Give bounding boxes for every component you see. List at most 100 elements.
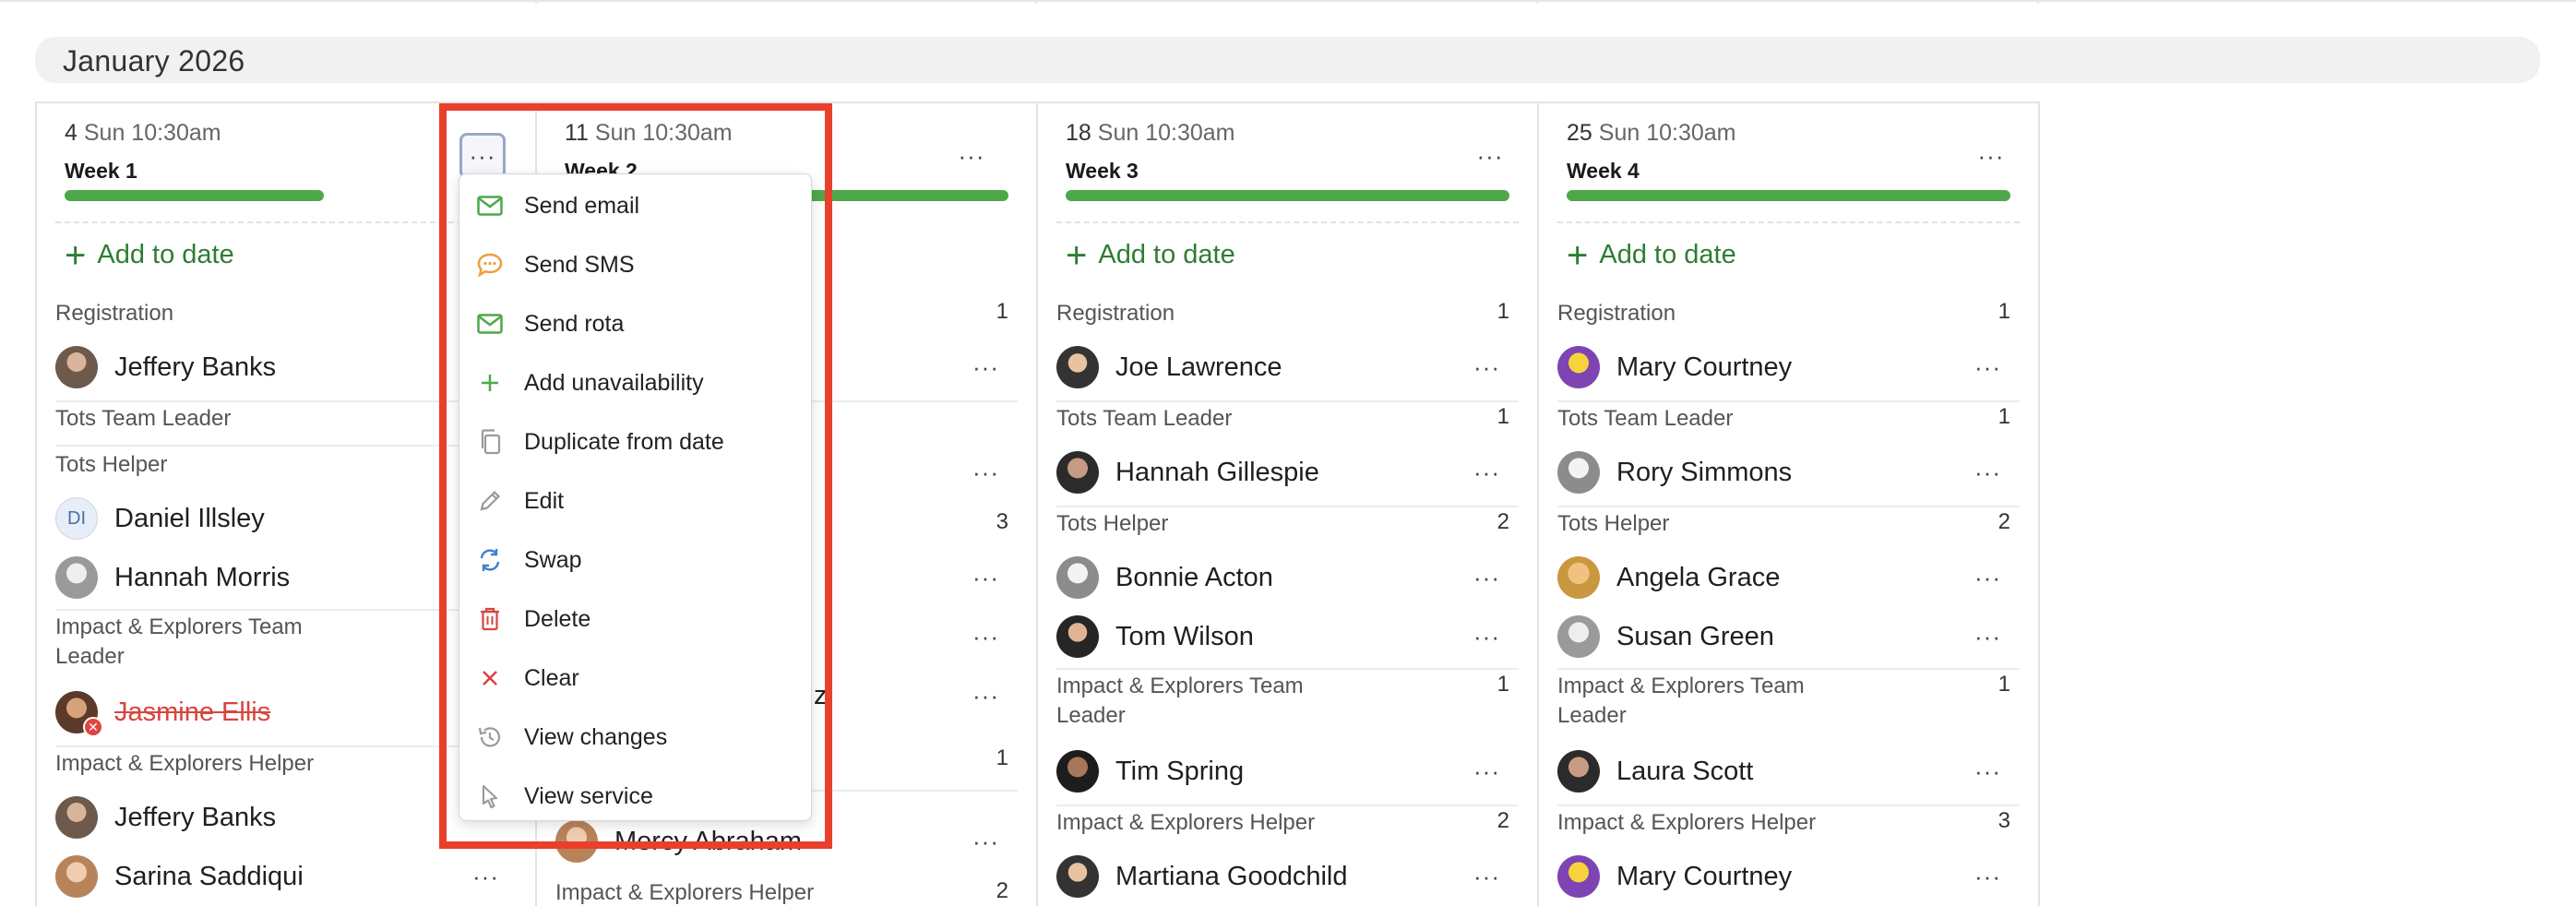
add-to-date-button[interactable]: + Add to date bbox=[1567, 237, 1736, 274]
person-options-button[interactable]: ··· bbox=[972, 828, 999, 856]
fill-progress-bar bbox=[1066, 190, 1509, 201]
person-row[interactable]: Laura Scott ··· bbox=[1557, 744, 2020, 799]
role-divider bbox=[1557, 400, 2020, 402]
person-row[interactable]: Tom Wilson ··· bbox=[1056, 609, 1519, 664]
person-row[interactable]: Angela Grace ··· bbox=[1557, 550, 2020, 605]
date-line: 18 Sun 10:30am bbox=[1066, 120, 1234, 147]
role-label: Registration bbox=[1557, 301, 1676, 326]
date-line: 11 Sun 10:30am bbox=[565, 120, 733, 147]
person-options-button[interactable]: ··· bbox=[1473, 564, 1500, 592]
person-name[interactable]: Sarina Saddiqui bbox=[114, 862, 304, 892]
person-row[interactable]: Mary Courtney ··· bbox=[1557, 340, 2020, 395]
menu-item-duplicate-from-date[interactable]: Duplicate from date bbox=[476, 422, 802, 462]
person-name[interactable]: Susan Green bbox=[1616, 622, 1774, 652]
person-name[interactable]: Tom Wilson bbox=[1115, 622, 1254, 652]
dashed-divider bbox=[55, 221, 518, 223]
role-registration: Registration bbox=[55, 299, 518, 328]
person-name[interactable]: Jeffery Banks bbox=[114, 352, 276, 383]
person-row[interactable]: Bonnie Acton ··· bbox=[1056, 550, 1519, 605]
person-options-button[interactable]: ··· bbox=[1473, 623, 1500, 651]
person-row[interactable]: Mary Courtney ··· bbox=[1557, 849, 2020, 904]
menu-item-send-email[interactable]: Send email bbox=[476, 185, 802, 226]
date-options-button[interactable]: ··· bbox=[1467, 133, 1513, 179]
person-options-button[interactable]: ··· bbox=[1974, 459, 2001, 487]
role-count: 1 bbox=[996, 745, 1008, 770]
person-name[interactable]: Rory Simmons bbox=[1616, 458, 1792, 488]
person-name[interactable]: Daniel Illsley bbox=[114, 504, 265, 534]
menu-item-view-changes[interactable]: View changes bbox=[476, 717, 802, 757]
person-options-button[interactable]: ··· bbox=[1974, 863, 2001, 891]
person-options-button[interactable]: ··· bbox=[1473, 353, 1500, 382]
person-options-button[interactable]: ··· bbox=[1974, 564, 2001, 592]
person-name[interactable]: Jasmine Ellis bbox=[114, 697, 270, 728]
role-label: Impact & Explorers Helper bbox=[1557, 810, 1817, 835]
menu-item-send-sms[interactable]: Send SMS bbox=[476, 244, 802, 285]
menu-item-view-service[interactable]: View service bbox=[476, 776, 802, 817]
person-name[interactable]: Jeffery Banks bbox=[114, 803, 276, 833]
role-label: Tots Team Leader bbox=[55, 406, 232, 431]
person-name[interactable]: Angela Grace bbox=[1616, 563, 1780, 593]
person-name[interactable]: Hannah Gillespie bbox=[1115, 458, 1319, 488]
person-name[interactable]: Mercy Abraham bbox=[614, 827, 802, 857]
person-row[interactable]: Hannah Gillespie ··· bbox=[1056, 445, 1519, 500]
add-to-date-button[interactable]: + Add to date bbox=[1066, 237, 1235, 274]
menu-item-delete[interactable]: Delete bbox=[476, 599, 802, 639]
person-name[interactable]: Joe Lawrence bbox=[1115, 352, 1282, 383]
menu-item-add-unavailability[interactable]: Add unavailability bbox=[476, 363, 802, 403]
date-options-button[interactable]: ··· bbox=[1968, 133, 2014, 179]
month-title: January 2026 bbox=[63, 44, 245, 77]
person-options-button[interactable]: ··· bbox=[972, 459, 999, 487]
role-count: 2 bbox=[1998, 509, 2010, 534]
role-divider bbox=[55, 609, 518, 611]
person-options-button[interactable]: ··· bbox=[972, 623, 999, 651]
person-row[interactable]: Tim Spring ··· bbox=[1056, 744, 1519, 799]
menu-item-label: Swap bbox=[524, 546, 582, 573]
date-column-week-4: 25 Sun 10:30am Week 4 ··· + Add to date … bbox=[1537, 101, 2040, 906]
person-name[interactable]: Laura Scott bbox=[1616, 757, 1753, 787]
person-row[interactable]: Susan Green ··· bbox=[1557, 609, 2020, 664]
person-options-button[interactable]: ··· bbox=[1974, 757, 2001, 786]
person-options-button[interactable]: ··· bbox=[972, 353, 999, 382]
person-row[interactable]: Joe Lawrence ··· bbox=[1056, 340, 1519, 395]
person-row[interactable]: Mercy Abraham ··· bbox=[555, 814, 1018, 869]
menu-item-send-rota[interactable]: Send rota bbox=[476, 304, 802, 344]
avatar bbox=[1557, 346, 1600, 388]
person-options-button[interactable]: ··· bbox=[1974, 623, 2001, 651]
person-row[interactable]: DI Daniel Illsley bbox=[55, 491, 518, 546]
person-options-button[interactable]: ··· bbox=[1974, 353, 2001, 382]
person-options-button[interactable]: ··· bbox=[972, 564, 999, 592]
date-options-button[interactable]: ··· bbox=[459, 133, 506, 179]
date-line: 25 Sun 10:30am bbox=[1567, 120, 1735, 147]
person-options-button[interactable]: ··· bbox=[972, 682, 999, 710]
person-options-button[interactable]: ··· bbox=[1473, 757, 1500, 786]
menu-item-edit[interactable]: Edit bbox=[476, 481, 802, 521]
envelope-icon bbox=[476, 310, 504, 338]
role-divider bbox=[1056, 506, 1519, 507]
date-options-button[interactable]: ··· bbox=[948, 133, 995, 179]
menu-item-clear[interactable]: Clear bbox=[476, 658, 802, 698]
person-name[interactable]: Mary Courtney bbox=[1616, 862, 1792, 892]
person-row[interactable]: Hannah Morris bbox=[55, 550, 518, 605]
person-row[interactable]: Jeffery Banks bbox=[55, 340, 518, 395]
date-line: 4 Sun 10:30am bbox=[65, 120, 221, 147]
add-to-date-label: Add to date bbox=[97, 240, 234, 269]
avatar-initials: DI bbox=[55, 497, 98, 540]
person-options-button[interactable]: ··· bbox=[472, 863, 499, 891]
person-name[interactable]: Mary Courtney bbox=[1616, 352, 1792, 383]
role-divider bbox=[1056, 805, 1519, 806]
person-name[interactable]: Tim Spring bbox=[1115, 757, 1244, 787]
person-row[interactable]: Sarina Saddiqui ··· bbox=[55, 849, 518, 904]
role-divider bbox=[1056, 668, 1519, 670]
add-to-date-button[interactable]: + Add to date bbox=[65, 237, 234, 274]
person-row-declined[interactable]: ✕ Jasmine Ellis bbox=[55, 685, 518, 740]
person-row[interactable]: Martiana Goodchild ··· bbox=[1056, 849, 1519, 904]
person-name[interactable]: Martiana Goodchild bbox=[1115, 862, 1347, 892]
plus-icon bbox=[476, 369, 504, 397]
menu-item-swap[interactable]: Swap bbox=[476, 540, 802, 580]
person-options-button[interactable]: ··· bbox=[1473, 863, 1500, 891]
person-name[interactable]: Hannah Morris bbox=[114, 563, 290, 593]
person-name[interactable]: Bonnie Acton bbox=[1115, 563, 1273, 593]
person-row[interactable]: Rory Simmons ··· bbox=[1557, 445, 2020, 500]
person-row[interactable]: Jeffery Banks bbox=[55, 790, 518, 845]
person-options-button[interactable]: ··· bbox=[1473, 459, 1500, 487]
